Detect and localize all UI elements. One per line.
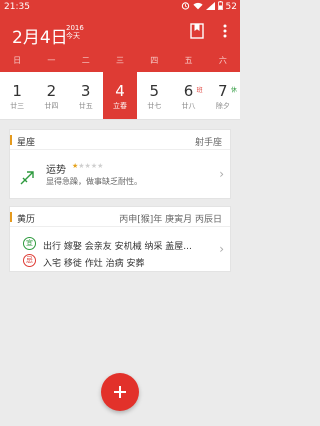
lunar-date: 廿五 (78, 102, 93, 110)
day-cell[interactable]: 6 班 廿八 (171, 72, 205, 119)
yi-activities: 出行 嫁娶 会亲友 安机械 纳采 盖屋... (43, 242, 192, 252)
today-label: 今天 (66, 32, 80, 40)
ji-activities: 入宅 移徙 作灶 治病 安葬 (43, 259, 145, 269)
day-number: 2 (46, 82, 57, 100)
lunar-date: 廿八 (181, 102, 196, 110)
day-number: 1 (12, 82, 22, 100)
status-icons: 52 (181, 1, 237, 12)
lunar-date: 廿四 (44, 102, 59, 110)
lunar-date: 除夕 (215, 102, 230, 110)
plus-icon (114, 386, 126, 398)
status-bar: 21:35 52 (0, 0, 240, 14)
weekday-wed: 三 (115, 56, 124, 65)
weekday-tue: 二 (81, 56, 90, 65)
day-number: 3 (80, 82, 91, 100)
rest-day-badge: 休 (230, 87, 237, 94)
day-number: 5 (149, 82, 160, 100)
lunar-date: 廿三 (10, 102, 25, 110)
status-time: 21:35 (4, 2, 30, 12)
weekday-mon: 一 (47, 56, 56, 65)
section-marker (10, 135, 12, 145)
weekday-fri: 五 (184, 56, 193, 65)
weekday-thu: 四 (150, 56, 159, 65)
almanac-header: 黄历 丙申[猴]年 庚寅月 丙辰日 (10, 207, 230, 227)
almanac-title: 黄历 (17, 215, 36, 225)
zodiac-sign: 射手座 (194, 138, 222, 148)
alarm-icon (181, 1, 190, 12)
battery-icon (217, 1, 223, 12)
weekday-sat: 六 (218, 56, 227, 65)
more-button[interactable] (216, 22, 234, 40)
fortune-title: 运势 (46, 165, 66, 176)
chevron-right-icon: › (219, 167, 224, 181)
year-label: 2016 (66, 24, 84, 32)
ji-icon: 忌 (23, 254, 36, 267)
app-bar: 2月4日 2016 今天 (0, 14, 240, 50)
weekday-header: 日 一 二 三 四 五 六 (0, 50, 240, 72)
day-number: 4 (115, 82, 125, 100)
signal-icon (205, 1, 215, 12)
day-cell[interactable]: 7 休 除夕 (206, 72, 240, 119)
bookmark-icon (190, 23, 204, 39)
lunar-date: 廿七 (147, 102, 162, 110)
day-cell[interactable]: 1 廿三 (0, 72, 34, 119)
section-marker (10, 212, 12, 222)
lunar-date: 立春 (112, 102, 127, 110)
yi-icon: 宜 (23, 237, 36, 250)
add-event-button[interactable] (101, 373, 139, 411)
battery-level: 52 (225, 1, 237, 12)
more-vert-icon (223, 24, 227, 38)
fortune-rating: ★★★★★ (72, 162, 104, 170)
bookmark-button[interactable] (188, 22, 206, 40)
chevron-right-icon: › (219, 242, 224, 256)
almanac-card[interactable]: 黄历 丙申[猴]年 庚寅月 丙辰日 宜 出行 嫁娶 会亲友 安机械 纳采 盖屋.… (9, 206, 231, 272)
wifi-icon (192, 2, 203, 12)
fortune-description: 显得急躁，做事缺乏耐性。 (46, 177, 142, 186)
day-cell[interactable]: 5 廿七 (137, 72, 171, 119)
day-cell[interactable]: 3 廿五 (69, 72, 103, 119)
horoscope-header: 星座 射手座 (10, 130, 230, 150)
year-today: 2016 今天 (66, 24, 84, 40)
week-row: 1 廿三 2 廿四 3 廿五 4 立春 5 廿七 6 班 廿八 7 休 除夕 (0, 72, 240, 120)
work-day-badge: 班 (196, 87, 203, 94)
horoscope-title: 星座 (17, 138, 36, 148)
day-cell[interactable]: 2 廿四 (34, 72, 68, 119)
weekday-sun: 日 (13, 56, 22, 65)
horoscope-card[interactable]: 星座 射手座 运势 ★★★★★ 显得急躁，做事缺乏耐性。 › (9, 129, 231, 199)
day-cell-selected[interactable]: 4 立春 (102, 72, 138, 119)
ganzhi-date: 丙申[猴]年 庚寅月 丙辰日 (119, 215, 222, 225)
current-date[interactable]: 2月4日 (12, 23, 68, 48)
sagittarius-icon (20, 170, 34, 189)
